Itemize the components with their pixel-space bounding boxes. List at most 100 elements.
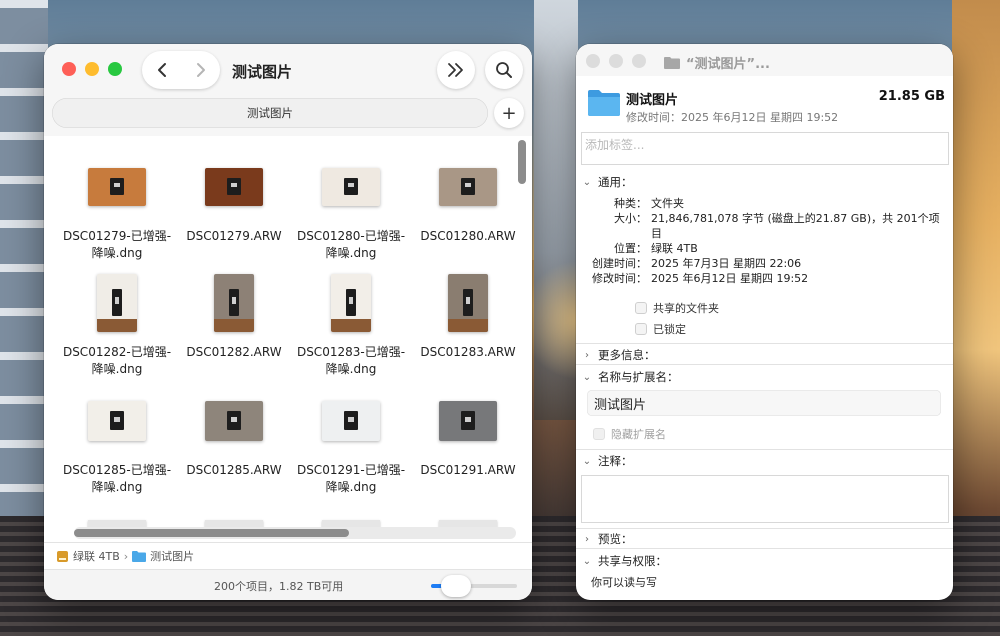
file-item[interactable]: DSC01291-已增强-降噪.dng [292,388,410,496]
file-name: DSC01283-已增强-降噪.dng [296,345,406,376]
file-name: DSC01282.ARW [186,345,282,359]
tab-current-folder[interactable]: 测试图片 [52,98,488,128]
chevron-right-icon: › [123,549,129,563]
status-text: 200个项目，1.82 TB可用 [214,580,344,593]
file-item[interactable]: DSC01283-已增强-降噪.dng [292,270,410,378]
file-thumbnail [322,401,380,441]
slider-knob[interactable] [441,575,471,597]
file-thumbnail [439,401,497,441]
file-thumbnail [88,401,146,441]
window-controls [62,62,122,76]
file-name: DSC01291.ARW [420,463,516,477]
tags-field[interactable]: 添加标签... [581,132,949,165]
comments-field[interactable] [581,475,949,523]
file-item[interactable]: DSC01285-已增强-降噪.dng [58,388,176,496]
file-item[interactable]: DSC01283.ARW [409,270,527,361]
file-thumbnail [88,168,146,206]
file-item[interactable]: DSC01282.ARW [175,270,293,361]
search-icon [496,62,512,78]
forward-button[interactable] [181,51,220,89]
item-modified: 修改时间：2025 年6月12日 星期四 19:52 [626,111,839,124]
file-thumbnail [97,274,137,332]
get-info-window: “测试图片”... 测试图片 21.85 GB 修改时间：2025 年6月12日… [576,44,953,600]
folder-icon [664,57,680,69]
file-item[interactable]: DSC01280-已增强-降噪.dng [292,154,410,262]
path-folder[interactable]: 测试图片 [150,548,194,564]
chevron-down-icon: ⌄ [582,555,592,567]
file-name: DSC01285-已增强-降噪.dng [62,463,172,494]
search-button[interactable] [485,51,523,89]
section-general[interactable]: ⌄ 通用： [576,174,953,190]
file-grid: DSC01279-已增强-降噪.dng DSC01279.ARW DSC01280-… [58,154,528,534]
minimize-button[interactable] [609,54,623,68]
path-bar: 绿联 4TB › 测试图片 [44,542,532,569]
shared-folder-checkbox[interactable]: 共享的文件夹 [635,300,719,316]
file-name: DSC01279-已增强-降噪.dng [62,229,172,260]
file-thumbnail [205,401,263,441]
chevron-right-icon [196,63,205,77]
section-name-extension[interactable]: ⌄ 名称与扩展名： [576,369,953,385]
tab-label: 测试图片 [247,106,293,120]
folder-icon [588,90,620,116]
vertical-scrollbar[interactable] [516,137,528,557]
info-window-title: “测试图片”... [664,53,770,72]
file-name: DSC01285.ARW [186,463,282,477]
chevron-left-icon [157,63,166,77]
hide-extension-checkbox[interactable]: 隐藏扩展名 [593,426,666,442]
zoom-button[interactable] [632,54,646,68]
horizontal-scrollbar[interactable] [74,527,516,539]
finder-toolbar: 测试图片 测试图片 + [44,44,532,136]
file-name: DSC01282-已增强-降噪.dng [62,345,172,376]
chevron-down-icon: ⌄ [582,176,592,188]
file-name: DSC01283.ARW [420,345,516,359]
plus-icon: + [501,102,517,124]
chevron-right-icon: › [585,533,589,545]
back-button[interactable] [142,51,181,89]
file-name: DSC01280-已增强-降噪.dng [296,229,406,260]
folder-icon [132,551,147,562]
section-comments[interactable]: ⌄ 注释： [576,453,953,469]
chevron-right-icon: › [585,349,589,361]
double-chevron-right-icon [448,63,463,77]
permission-text: 你可以读与写 [591,576,657,589]
status-bar: 200个项目，1.82 TB可用 [44,569,532,600]
new-tab-button[interactable]: + [494,98,524,128]
item-size: 21.85 GB [878,89,945,104]
window-title: 测试图片 [232,63,293,81]
path-drive[interactable]: 绿联 4TB [73,548,120,564]
minimize-button[interactable] [85,62,99,76]
section-preview[interactable]: › 预览： [576,531,953,547]
chevron-down-icon: ⌄ [582,455,592,467]
file-name: DSC01279.ARW [186,229,282,243]
file-thumbnail [214,274,254,332]
file-thumbnail [439,168,497,206]
icon-size-slider[interactable] [431,575,517,597]
item-name: 测试图片 [626,93,679,108]
close-button[interactable] [586,54,600,68]
window-controls [586,54,646,68]
file-item[interactable]: DSC01285.ARW [175,388,293,479]
close-button[interactable] [62,62,76,76]
section-more-info[interactable]: › 更多信息： [576,347,953,363]
file-item[interactable]: DSC01280.ARW [409,154,527,245]
file-item[interactable]: DSC01279-已增强-降噪.dng [58,154,176,262]
file-name: DSC01280.ARW [420,229,516,243]
info-header: 测试图片 21.85 GB 修改时间：2025 年6月12日 星期四 19:52 [576,76,953,130]
locked-checkbox[interactable]: 已锁定 [635,321,686,337]
file-item[interactable]: DSC01282-已增强-降噪.dng [58,270,176,378]
file-thumbnail [331,274,371,332]
finder-window: 测试图片 测试图片 + DSC01279-已增强-降噪.dng DSC01279.… [44,44,532,600]
file-item[interactable]: DSC01291.ARW [409,388,527,479]
info-titlebar: “测试图片”... [576,44,953,76]
file-thumbnail [322,168,380,206]
file-name: DSC01291-已增强-降噪.dng [296,463,406,494]
drive-icon [57,550,68,562]
zoom-button[interactable] [108,62,122,76]
section-sharing-permissions[interactable]: ⌄ 共享与权限： [576,553,953,569]
file-item[interactable]: DSC01279.ARW [175,154,293,245]
more-toolbar-button[interactable] [437,51,475,89]
name-field[interactable]: 测试图片 [587,390,941,416]
chevron-down-icon: ⌄ [582,371,592,383]
file-thumbnail [205,168,263,206]
navigation-buttons [142,51,220,89]
